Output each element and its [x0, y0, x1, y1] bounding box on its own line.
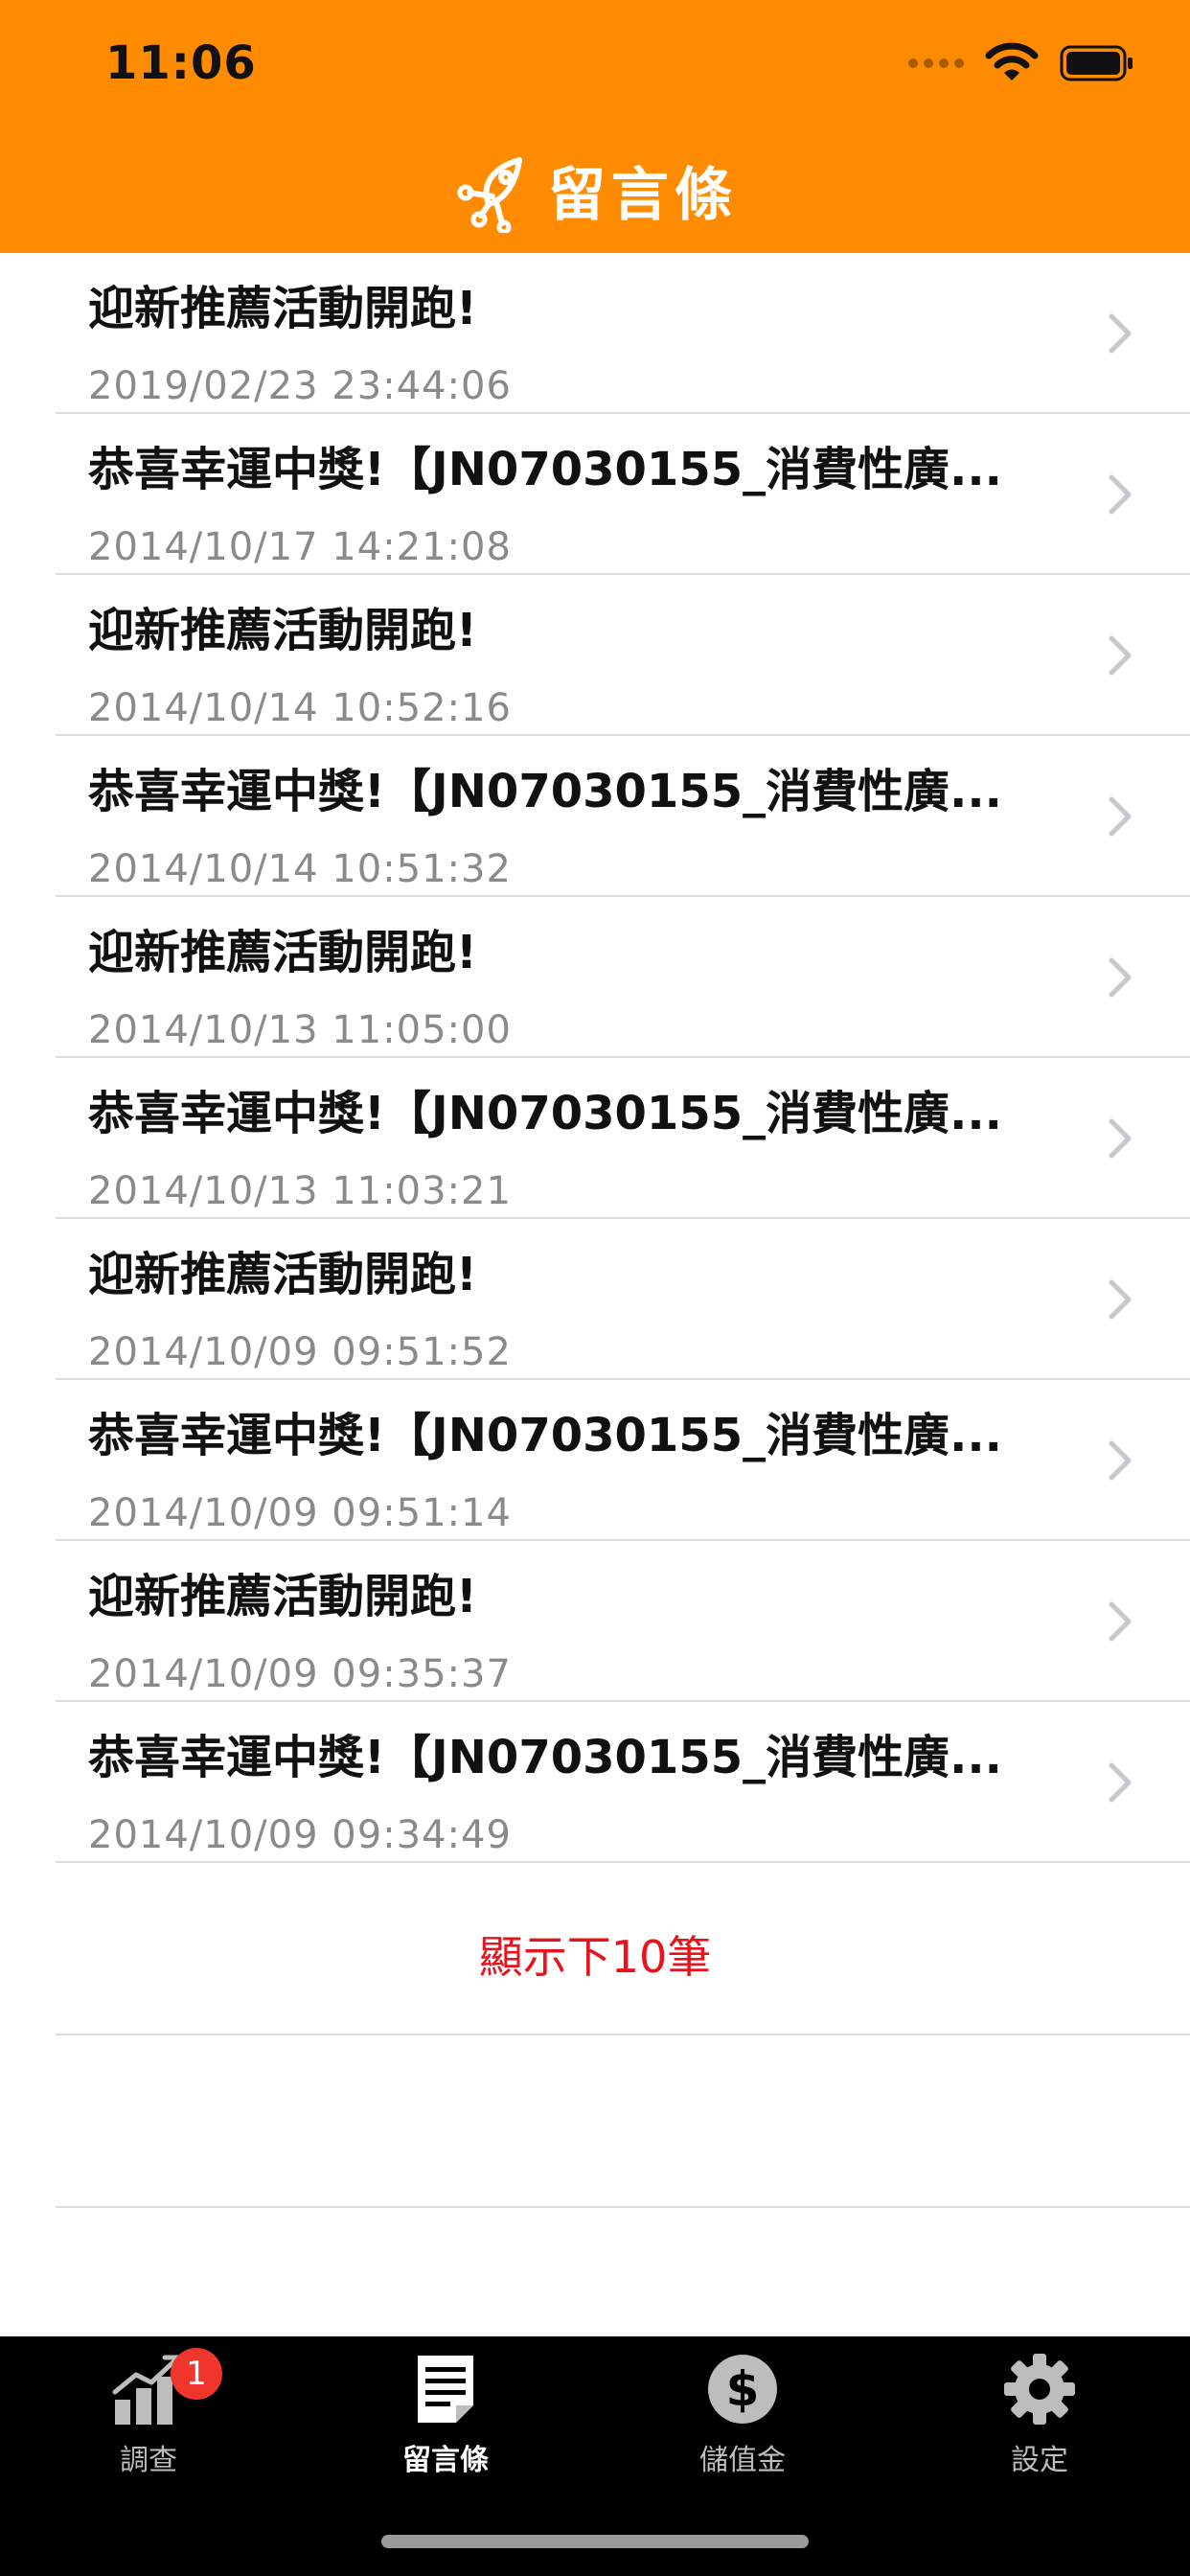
message-title: 迎新推薦活動開跑!: [88, 1248, 477, 1301]
battery-icon: [1060, 45, 1133, 81]
message-time: 2014/10/09 09:51:52: [88, 1330, 512, 1374]
message-list: 迎新推薦活動開跑! 2019/02/23 23:44:06 恭喜幸運中獎!【JN…: [0, 253, 1190, 2208]
status-indicators: [908, 42, 1134, 84]
home-indicator: [381, 2535, 809, 2548]
message-time: 2014/10/09 09:34:49: [88, 1813, 512, 1857]
list-item[interactable]: 恭喜幸運中獎!【JN07030155_消費性廣... 2014/10/14 10…: [0, 736, 1190, 897]
list-item[interactable]: 迎新推薦活動開跑! 2014/10/09 09:51:52: [0, 1219, 1190, 1380]
dollar-icon: $: [708, 2355, 777, 2424]
list-item[interactable]: 迎新推薦活動開跑! 2014/10/09 09:35:37: [0, 1541, 1190, 1702]
note-icon: [418, 2356, 473, 2423]
nav-header: 11:06 留言條: [0, 0, 1190, 253]
chevron-right-icon: [1109, 313, 1132, 354]
page-title: 留言條: [548, 161, 738, 229]
message-title: 迎新推薦活動開跑!: [88, 926, 477, 979]
cellular-signal-icon: [908, 58, 964, 68]
message-title: 迎新推薦活動開跑!: [88, 282, 477, 335]
message-time: 2014/10/13 11:03:21: [88, 1169, 512, 1213]
message-title: 恭喜幸運中獎!【JN07030155_消費性廣...: [88, 765, 1002, 818]
chevron-right-icon: [1109, 1440, 1132, 1481]
tab-messages[interactable]: 留言條: [297, 2350, 594, 2484]
svg-text:$: $: [726, 2361, 760, 2417]
tab-settings[interactable]: 設定: [891, 2350, 1188, 2484]
message-title: 恭喜幸運中獎!【JN07030155_消費性廣...: [88, 443, 1002, 496]
load-more-row[interactable]: 顯示下10筆: [0, 1863, 1190, 2036]
message-title: 恭喜幸運中獎!【JN07030155_消費性廣...: [88, 1731, 1002, 1784]
tab-stored-value[interactable]: $ 儲值金: [594, 2350, 891, 2484]
message-time: 2014/10/09 09:35:37: [88, 1652, 512, 1696]
list-item[interactable]: 迎新推薦活動開跑! 2014/10/13 11:05:00: [0, 897, 1190, 1058]
list-item[interactable]: 迎新推薦活動開跑! 2014/10/14 10:52:16: [0, 575, 1190, 736]
message-time: 2014/10/17 14:21:08: [88, 525, 512, 569]
notification-badge: 1: [171, 2348, 222, 2400]
message-time: 2014/10/14 10:52:16: [88, 686, 512, 730]
tab-label: 儲值金: [699, 2444, 786, 2477]
message-title: 迎新推薦活動開跑!: [88, 604, 477, 657]
message-title: 恭喜幸運中獎!【JN07030155_消費性廣...: [88, 1409, 1002, 1462]
list-item[interactable]: 恭喜幸運中獎!【JN07030155_消費性廣... 2014/10/09 09…: [0, 1380, 1190, 1541]
wifi-icon: [985, 42, 1039, 80]
list-item[interactable]: 恭喜幸運中獎!【JN07030155_消費性廣... 2014/10/13 11…: [0, 1058, 1190, 1219]
list-item[interactable]: 迎新推薦活動開跑! 2019/02/23 23:44:06: [0, 253, 1190, 414]
message-time: 2014/10/09 09:51:14: [88, 1491, 512, 1535]
message-title: 恭喜幸運中獎!【JN07030155_消費性廣...: [88, 1087, 1002, 1140]
chevron-right-icon: [1109, 1279, 1132, 1320]
message-time: 2019/02/23 23:44:06: [88, 364, 512, 408]
tab-survey[interactable]: 1 調查: [0, 2348, 297, 2484]
list-item[interactable]: 恭喜幸運中獎!【JN07030155_消費性廣... 2014/10/17 14…: [0, 414, 1190, 575]
message-time: 2014/10/14 10:51:32: [88, 847, 512, 891]
chevron-right-icon: [1109, 635, 1132, 676]
tab-label: 留言條: [402, 2444, 489, 2477]
empty-row: [0, 2036, 1190, 2208]
message-title: 迎新推薦活動開跑!: [88, 1570, 477, 1623]
list-item[interactable]: 恭喜幸運中獎!【JN07030155_消費性廣... 2014/10/09 09…: [0, 1702, 1190, 1863]
tab-label: 設定: [1011, 2444, 1068, 2477]
chevron-right-icon: [1109, 957, 1132, 998]
gear-icon: [1004, 2354, 1075, 2425]
load-more-button[interactable]: 顯示下10筆: [0, 1922, 1190, 1986]
logo-icon: [457, 157, 522, 233]
status-time: 11:06: [105, 36, 257, 90]
chevron-right-icon: [1109, 474, 1132, 515]
tab-bar: 1 調查 留言條 $ 儲值金 設定: [0, 2336, 1190, 2576]
chevron-right-icon: [1109, 1601, 1132, 1642]
chevron-right-icon: [1109, 1762, 1132, 1803]
chevron-right-icon: [1109, 796, 1132, 837]
message-time: 2014/10/13 11:05:00: [88, 1008, 512, 1052]
chevron-right-icon: [1109, 1118, 1132, 1159]
tab-label: 調查: [120, 2444, 177, 2477]
